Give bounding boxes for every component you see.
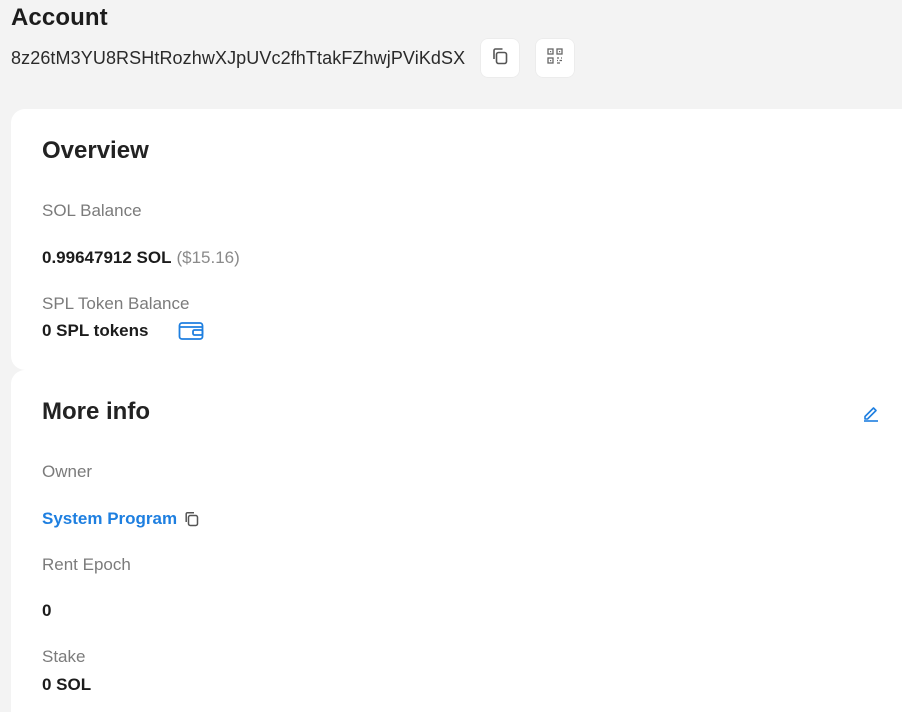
- sol-balance-value: 0.99647912 SOL: [42, 248, 172, 267]
- qr-code-icon: [546, 47, 564, 70]
- edit-pencil-icon[interactable]: [862, 404, 880, 422]
- copy-address-button[interactable]: [480, 38, 521, 78]
- account-address: 8z26tM3YU8RSHtRozhwXJpUVc2fhTtakFZhwjPVi…: [11, 47, 466, 68]
- page-title: Account: [11, 4, 108, 31]
- owner-row: System Program: [42, 509, 201, 529]
- stake-value: 0 SOL: [42, 675, 92, 694]
- overview-card: Overview SOL Balance 0.99647912 SOL ($15…: [11, 109, 902, 370]
- sol-balance-value-row: 0.99647912 SOL ($15.16): [42, 248, 240, 268]
- copy-icon: [490, 46, 510, 71]
- spl-token-balance-row: 0 SPL tokens: [42, 321, 204, 341]
- rent-epoch-value: 0: [42, 601, 52, 620]
- rent-epoch-label: Rent Epoch: [42, 555, 131, 574]
- address-row: 8z26tM3YU8RSHtRozhwXJpUVc2fhTtakFZhwjPVi…: [11, 38, 576, 78]
- stake-label: Stake: [42, 647, 86, 666]
- more-info-title: More info: [42, 398, 150, 425]
- qr-code-button[interactable]: [535, 38, 576, 78]
- wallet-icon[interactable]: [178, 321, 204, 341]
- sol-balance-usd: ($15.16): [176, 248, 240, 267]
- sol-balance-label: SOL Balance: [42, 201, 142, 220]
- owner-label: Owner: [42, 462, 93, 481]
- copy-icon[interactable]: [183, 510, 201, 528]
- more-info-card: More info Owner System Program Rent Epoc…: [11, 370, 902, 712]
- account-page: Account 8z26tM3YU8RSHtRozhwXJpUVc2fhTtak…: [0, 0, 902, 712]
- spl-token-balance-label: SPL Token Balance: [42, 294, 190, 313]
- spl-token-balance-value: 0 SPL tokens: [42, 321, 149, 340]
- owner-link[interactable]: System Program: [42, 509, 177, 529]
- overview-title: Overview: [42, 137, 149, 164]
